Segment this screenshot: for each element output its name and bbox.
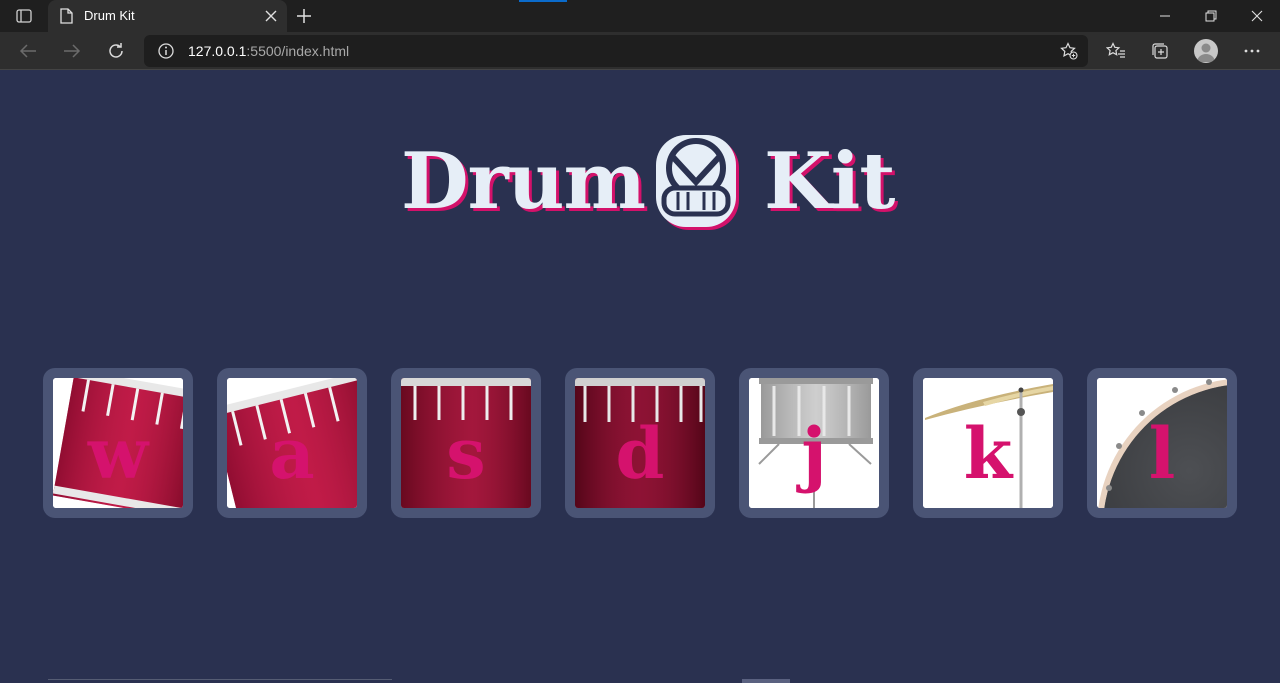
drum-pad-w[interactable]: w <box>43 368 193 518</box>
drum-pad-d[interactable]: d <box>565 368 715 518</box>
favorites-icon[interactable] <box>1102 37 1130 65</box>
refresh-icon[interactable] <box>102 37 130 65</box>
more-menu-icon[interactable] <box>1238 37 1266 65</box>
tab-actions-icon[interactable] <box>8 4 40 28</box>
title-drum: Drum <box>401 136 646 227</box>
drum-pad-image-tom-1: w <box>53 378 183 508</box>
drum-pad-image-tom-3: s <box>401 378 531 508</box>
tab-title: Drum Kit <box>84 8 135 23</box>
drum-logo-icon <box>656 135 739 230</box>
browser-tab-bar: Drum Kit <box>0 0 1280 32</box>
drum-pad-key: s <box>446 412 486 495</box>
drum-pad-image-snare: j <box>749 378 879 508</box>
back-icon[interactable] <box>14 37 42 65</box>
browser-tab[interactable]: Drum Kit <box>48 0 287 32</box>
drum-pad-image-tom-4: d <box>575 378 705 508</box>
close-tab-icon[interactable] <box>263 8 279 24</box>
profile-avatar-icon[interactable] <box>1194 39 1218 63</box>
address-bar[interactable]: 127.0.0.1:5500/index.html <box>144 35 1088 67</box>
drum-pad-s[interactable]: s <box>391 368 541 518</box>
drum-pad-key: l <box>1148 412 1176 495</box>
drum-pad-key: j <box>801 412 827 495</box>
url-host: 127.0.0.1 <box>188 43 247 59</box>
drum-pad-key: k <box>963 412 1013 495</box>
drum-pad-l[interactable]: l <box>1087 368 1237 518</box>
drum-pad-k[interactable]: k <box>913 368 1063 518</box>
site-info-icon[interactable] <box>158 43 174 63</box>
collections-icon[interactable] <box>1146 37 1174 65</box>
drum-pad-j[interactable]: j <box>739 368 889 518</box>
tab-loading-indicator <box>519 0 567 2</box>
drum-pad-image-crash: k <box>923 378 1053 508</box>
close-window-icon[interactable] <box>1234 0 1280 32</box>
restore-icon[interactable] <box>1188 0 1234 32</box>
forward-icon[interactable] <box>58 37 86 65</box>
title-kit: Kit <box>764 136 895 227</box>
horizontal-scrollbar-thumb[interactable] <box>742 679 790 683</box>
drum-pad-key: d <box>615 412 665 495</box>
url-path: :5500/index.html <box>246 43 350 59</box>
add-favorite-icon[interactable] <box>1060 42 1078 64</box>
drum-pad-a[interactable]: a <box>217 368 367 518</box>
page-icon <box>59 8 73 28</box>
drum-pad-image-tom-2: a <box>227 378 357 508</box>
page-title: Drum Kit <box>400 126 895 236</box>
drum-pads: w a s d j k l <box>0 368 1280 520</box>
drum-pad-key: a <box>269 412 315 495</box>
page-bottom-edge <box>48 679 392 683</box>
url-text: 127.0.0.1:5500/index.html <box>188 43 349 59</box>
browser-toolbar: 127.0.0.1:5500/index.html <box>0 32 1280 70</box>
drum-pad-image-kick: l <box>1097 378 1227 508</box>
minimize-icon[interactable] <box>1142 0 1188 32</box>
new-tab-icon[interactable] <box>292 4 316 28</box>
drum-pad-key: w <box>87 412 149 495</box>
